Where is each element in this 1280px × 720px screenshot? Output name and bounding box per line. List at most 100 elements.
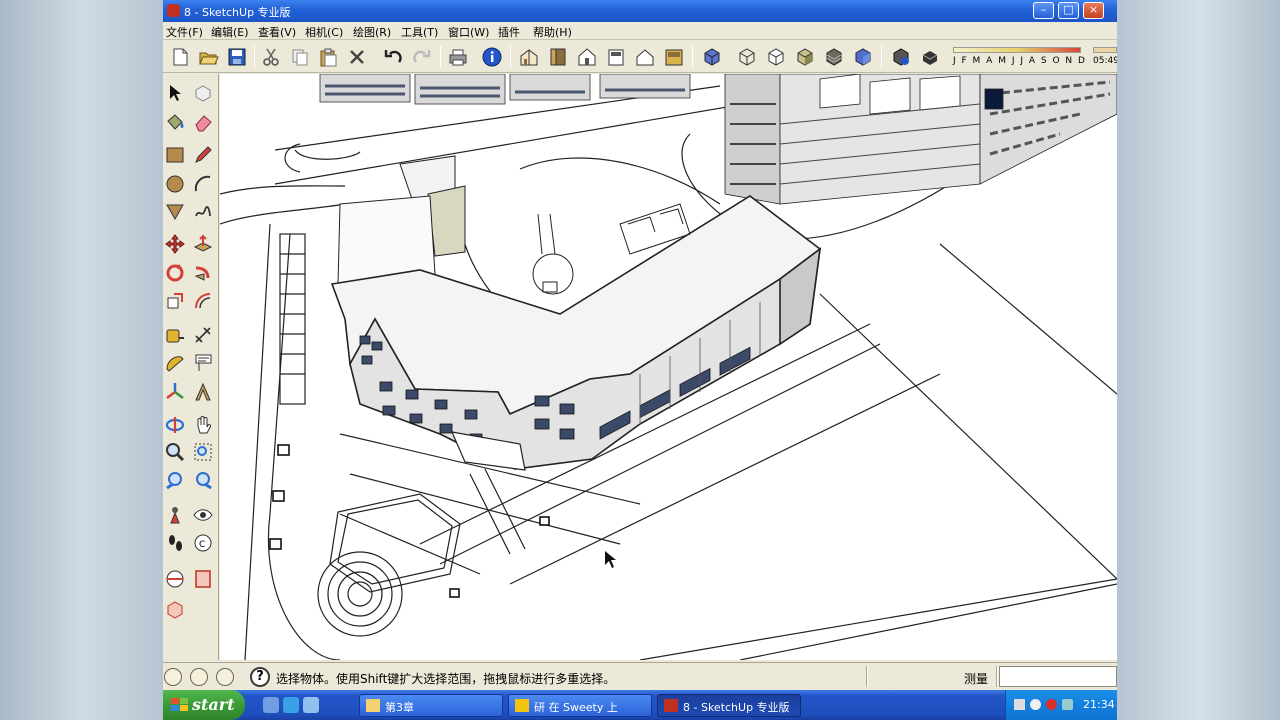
shadow-toggle-icon[interactable] xyxy=(919,46,941,68)
tool-palette: C xyxy=(163,74,219,660)
model-viewport[interactable] xyxy=(220,74,1117,660)
axes-tool-icon[interactable] xyxy=(164,381,186,403)
shadow-time-slider[interactable]: 05:49 xyxy=(1093,47,1117,69)
shadow-settings-icon[interactable] xyxy=(890,46,912,68)
print-icon[interactable] xyxy=(447,46,469,68)
status-bar: ? 选择物体。使用Shift键扩大选择范围，拖拽鼠标进行多重选择。 测量 xyxy=(163,662,1117,689)
volume-icon[interactable] xyxy=(1062,699,1073,710)
front-view-icon[interactable] xyxy=(576,46,598,68)
network-icon[interactable] xyxy=(1014,699,1025,710)
taskbar-item-chapter3[interactable]: 第3章 xyxy=(359,694,503,717)
background-left xyxy=(0,0,163,720)
section-plane-icon[interactable]: C xyxy=(192,532,214,554)
move-tool-icon[interactable] xyxy=(164,233,186,255)
shadow-date-slider[interactable]: J F M A M J J A S O N D xyxy=(953,47,1085,69)
3d-text-icon[interactable] xyxy=(192,381,214,403)
paste-icon[interactable] xyxy=(317,46,339,68)
look-around-eye-icon[interactable] xyxy=(192,504,214,526)
zoom-magnifier-icon[interactable] xyxy=(164,441,186,463)
top-view-icon[interactable] xyxy=(547,46,569,68)
right-view-icon[interactable] xyxy=(605,46,627,68)
walk-footprints-icon[interactable] xyxy=(164,532,186,554)
undo-icon[interactable] xyxy=(382,46,404,68)
erase-x-icon[interactable] xyxy=(346,46,368,68)
tape-measure-icon[interactable] xyxy=(164,324,186,346)
zoom-window-icon[interactable] xyxy=(192,441,214,463)
monochrome-style-icon[interactable] xyxy=(852,46,874,68)
menu-view[interactable]: 查看(V) xyxy=(258,24,296,40)
redo-icon[interactable] xyxy=(411,46,433,68)
iso-view-icon[interactable] xyxy=(518,46,540,68)
shaded-style-icon[interactable] xyxy=(794,46,816,68)
pencil-line-icon[interactable] xyxy=(192,144,214,166)
sign-in-icon[interactable] xyxy=(216,668,234,686)
measurements-input[interactable] xyxy=(999,666,1117,687)
security-shield-icon[interactable] xyxy=(1046,699,1057,710)
section-display-icon[interactable] xyxy=(164,568,186,590)
orbit-tool-icon[interactable] xyxy=(164,414,186,436)
ie-browser-icon[interactable] xyxy=(283,697,299,713)
position-camera-icon[interactable] xyxy=(164,504,186,526)
freehand-tool-icon[interactable] xyxy=(192,200,214,222)
paint-bucket-icon[interactable] xyxy=(164,111,186,133)
xray-style-icon[interactable] xyxy=(701,46,723,68)
back-view-icon[interactable] xyxy=(634,46,656,68)
menu-help[interactable]: 帮助(H) xyxy=(533,24,572,40)
shadow-date-bar[interactable] xyxy=(953,47,1081,53)
circle-tool-icon[interactable] xyxy=(164,173,186,195)
arc-tool-icon[interactable] xyxy=(192,173,214,195)
menu-camera[interactable]: 相机(C) xyxy=(305,24,343,40)
pan-hand-icon[interactable] xyxy=(192,414,214,436)
offset-tool-icon[interactable] xyxy=(192,290,214,312)
menu-edit[interactable]: 编辑(E) xyxy=(211,24,249,40)
select-arrow-icon[interactable] xyxy=(164,82,186,104)
sketchup-icon xyxy=(664,699,678,712)
help-icon[interactable]: ? xyxy=(250,667,270,687)
zoom-extents-icon[interactable] xyxy=(192,470,214,492)
geo-location-icon[interactable] xyxy=(164,668,182,686)
left-view-icon[interactable] xyxy=(663,46,685,68)
shadow-time-bar[interactable] xyxy=(1093,47,1117,53)
title-bar[interactable]: 8 - SketchUp 专业版 – □ × xyxy=(163,0,1117,22)
follow-me-icon[interactable] xyxy=(192,262,214,284)
protractor-icon[interactable] xyxy=(164,352,186,374)
cut-scissors-icon[interactable] xyxy=(260,46,282,68)
menu-plugins[interactable]: 插件 xyxy=(498,24,520,40)
push-pull-icon[interactable] xyxy=(192,233,214,255)
menu-tools[interactable]: 工具(T) xyxy=(401,24,438,40)
menu-file[interactable]: 文件(F) xyxy=(166,24,203,40)
open-folder-icon[interactable] xyxy=(197,46,219,68)
arrow-icon[interactable] xyxy=(1030,699,1041,710)
start-button[interactable]: start xyxy=(163,690,245,720)
previous-view-icon[interactable] xyxy=(164,470,186,492)
text-tool-icon[interactable] xyxy=(192,352,214,374)
credits-icon[interactable] xyxy=(190,668,208,686)
scale-tool-icon[interactable] xyxy=(164,290,186,312)
section-cut-icon[interactable] xyxy=(192,568,214,590)
rectangle-tool-icon[interactable] xyxy=(164,144,186,166)
menu-window[interactable]: 窗口(W) xyxy=(448,24,489,40)
save-disk-icon[interactable] xyxy=(226,46,248,68)
rotate-tool-icon[interactable] xyxy=(164,262,186,284)
model-info-icon[interactable] xyxy=(481,46,503,68)
make-component-icon[interactable] xyxy=(192,82,214,104)
wireframe-style-icon[interactable] xyxy=(736,46,758,68)
media-player-icon[interactable] xyxy=(303,697,319,713)
toolbar-separator xyxy=(881,46,882,68)
dimension-tool-icon[interactable] xyxy=(192,324,214,346)
eraser-icon[interactable] xyxy=(192,111,214,133)
taskbar-item-sketchup[interactable]: 8 - SketchUp 专业版 xyxy=(657,694,801,717)
menu-draw[interactable]: 绘图(R) xyxy=(353,24,391,40)
textured-style-icon[interactable] xyxy=(823,46,845,68)
section-fill-icon[interactable] xyxy=(164,598,186,620)
new-file-icon[interactable] xyxy=(169,46,191,68)
polygon-tool-icon[interactable] xyxy=(164,200,186,222)
maximize-button[interactable]: □ xyxy=(1058,2,1079,19)
hidden-line-style-icon[interactable] xyxy=(765,46,787,68)
show-desktop-icon[interactable] xyxy=(263,697,279,713)
copy-icon[interactable] xyxy=(289,46,311,68)
sketchup-app-icon[interactable] xyxy=(167,4,180,17)
close-button[interactable]: × xyxy=(1083,2,1104,19)
minimize-button[interactable]: – xyxy=(1033,2,1054,19)
taskbar-item-sweety[interactable]: 研 在 Sweety 上 xyxy=(508,694,652,717)
